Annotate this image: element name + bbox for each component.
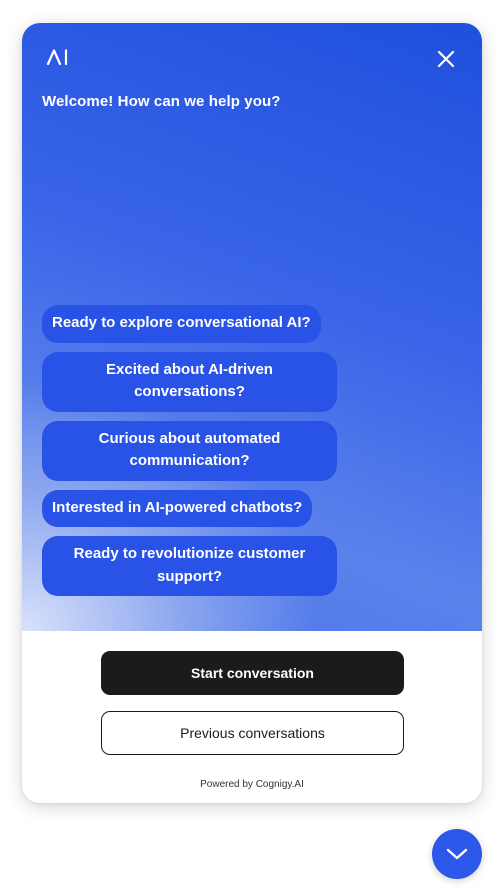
suggestion-chip[interactable]: Excited about AI-driven conversations? <box>42 351 337 412</box>
start-conversation-button[interactable]: Start conversation <box>101 651 404 695</box>
suggestion-list: Ready to explore conversational AI? Exci… <box>42 305 342 596</box>
suggestion-chip[interactable]: Ready to revolutionize customer support? <box>42 536 337 596</box>
suggestion-chip[interactable]: Interested in AI-powered chatbots? <box>42 489 313 527</box>
welcome-title: Welcome! How can we help you? <box>42 93 281 110</box>
close-icon[interactable] <box>434 47 458 71</box>
launcher-button[interactable] <box>432 829 482 879</box>
previous-conversations-button[interactable]: Previous conversations <box>101 711 404 755</box>
widget-header: Welcome! How can we help you? Ready to e… <box>22 23 482 631</box>
suggestion-chip[interactable]: Ready to explore conversational AI? <box>42 305 321 343</box>
suggestion-chip[interactable]: Curious about automated communication? <box>42 420 337 481</box>
logo-icon <box>46 49 68 65</box>
chevron-down-icon <box>446 848 468 860</box>
widget-footer: Start conversation Previous conversation… <box>22 631 482 803</box>
chat-widget: Welcome! How can we help you? Ready to e… <box>22 23 482 803</box>
powered-by-text: Powered by Cognigy.AI <box>200 779 304 790</box>
